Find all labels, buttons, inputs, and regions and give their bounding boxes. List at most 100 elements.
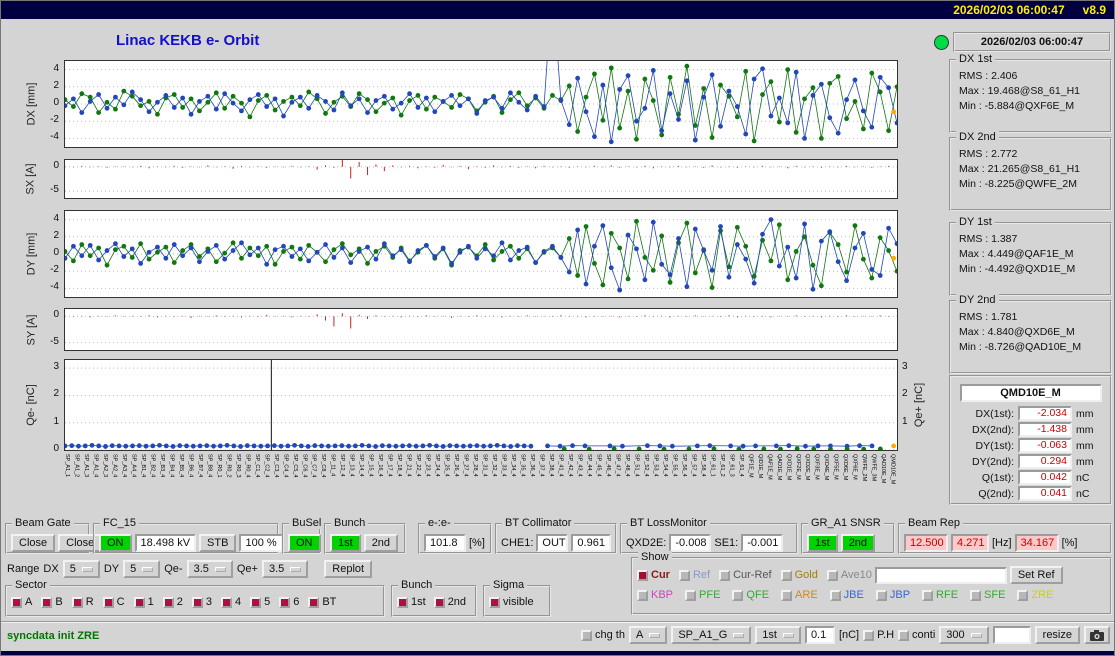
che1-value-display: 0.961 — [571, 534, 611, 552]
checkbox-qfe[interactable]: QFE — [732, 589, 769, 601]
checkbox-indicator — [250, 596, 262, 608]
checkbox-visible[interactable]: visible — [489, 596, 534, 608]
checkbox-indicator — [863, 629, 875, 641]
checkbox-label: JBP — [889, 589, 911, 601]
resize-button[interactable]: resize — [1034, 626, 1080, 644]
checkbox-rfe[interactable]: RFE — [922, 589, 958, 601]
checkbox-jbp[interactable]: JBP — [875, 589, 911, 601]
statusbar-divider — [1, 621, 1114, 623]
checkbox-jbe[interactable]: JBE — [829, 589, 864, 601]
qmd-row-value: 0.041 — [1018, 486, 1072, 501]
range-qe-minus-select[interactable]: 3.5 — [186, 560, 233, 578]
busel-on-button[interactable]: ON — [288, 534, 321, 552]
bpm-label: SP_B8_4 — [206, 454, 213, 478]
dx-1st-stats: DX 1st RMS : 2.406 Max : 19.468@S8_61_H1… — [949, 53, 1112, 133]
dx-2nd-rms: RMS : 2.772 — [959, 148, 1018, 160]
range-dy-select[interactable]: 5 — [123, 560, 161, 578]
qe-plot[interactable] — [64, 359, 898, 451]
bunch-1st-select[interactable]: 1st — [755, 626, 801, 644]
checkbox-1[interactable]: 1 — [133, 596, 154, 608]
checkbox-indicator — [678, 569, 690, 581]
dy-1st-min: Min : -4.492@QXD1E_M — [959, 263, 1076, 275]
set-ref-button[interactable]: Set Ref — [1009, 566, 1063, 584]
checkbox-ref[interactable]: Ref — [678, 569, 710, 581]
show-row-1: Cur Ref Cur-Ref Gold Ave10 — [637, 569, 872, 581]
blank-input[interactable] — [992, 626, 1031, 644]
bpm-label: SP_28_4 — [472, 454, 479, 477]
sp-a1-g-select[interactable]: SP_A1_G — [671, 626, 752, 644]
bpm-label: SP_C6_4 — [301, 454, 308, 478]
replot-button[interactable]: Replot — [324, 560, 373, 578]
axis-tick-label: 3 — [902, 361, 908, 373]
axis-tick-label: 0 — [53, 97, 59, 108]
bpm-label: QXD4E_M — [823, 454, 830, 481]
checkbox-kbp[interactable]: KBP — [637, 589, 673, 601]
gr-a1-2nd-button[interactable]: 2nd — [840, 534, 876, 552]
checkbox-1st[interactable]: 1st — [397, 596, 426, 608]
sector-a-select[interactable]: A — [628, 626, 668, 644]
checkbox-3[interactable]: 3 — [191, 596, 212, 608]
bpm-label: SP_46_4 — [604, 454, 611, 477]
checkbox-2[interactable]: 2 — [162, 596, 183, 608]
dx-plot[interactable] — [64, 60, 898, 148]
beam-gate-title: Beam Gate — [12, 517, 74, 529]
checkbox-label: BT — [322, 596, 337, 608]
checkbox-2nd[interactable]: 2nd — [433, 596, 466, 608]
gr-a1-1st-button[interactable]: 1st — [807, 534, 838, 552]
checkbox-b[interactable]: B — [41, 596, 63, 608]
beam-gate-close-button-1[interactable]: Close — [11, 534, 56, 552]
checkbox-a[interactable]: A — [11, 596, 32, 608]
checkbox-bt[interactable]: BT — [308, 596, 336, 608]
checkbox-indicator — [102, 596, 114, 608]
checkbox-sfe[interactable]: SFE — [970, 589, 1005, 601]
range-dx-select[interactable]: 5 — [62, 560, 100, 578]
dy-plot[interactable] — [64, 210, 898, 298]
ph-checkbox[interactable]: P.H — [863, 629, 894, 641]
axis-tick-label: 4 — [53, 212, 59, 224]
dy-axis-title: DY [mm] — [25, 232, 38, 276]
screenshot-button[interactable] — [1084, 626, 1110, 644]
sy-plot[interactable] — [64, 308, 898, 351]
bpm-label: SP_C5_4 — [291, 454, 298, 478]
chg-th-checkbox[interactable]: chg th — [581, 629, 625, 641]
bpm-label: SP_R0_2 — [225, 454, 232, 478]
bunch-1st-button[interactable]: 1st — [330, 534, 361, 552]
threshold-display[interactable]: 0.1 — [804, 626, 835, 644]
titlebar-version: v8.9 — [1082, 3, 1106, 17]
checkbox-zre[interactable]: ZRE — [1017, 589, 1053, 601]
fc15-on-button[interactable]: ON — [99, 534, 132, 552]
bt-lossmonitor-group: BT LossMonitor QXD2E: -0.008 SE1: -0.001 — [620, 517, 798, 554]
bpm-label: SP_34_4 — [510, 454, 517, 477]
set-ref-input[interactable] — [874, 566, 1007, 584]
checkbox-r[interactable]: R — [71, 596, 94, 608]
checkbox-5[interactable]: 5 — [250, 596, 270, 608]
checkbox-c[interactable]: C — [102, 596, 125, 608]
checkbox-cur[interactable]: Cur — [637, 569, 670, 581]
bpm-label: QXF2E_M — [794, 454, 801, 480]
che1-label: CHE1: — [501, 537, 534, 549]
interval-select[interactable]: 300 — [939, 626, 989, 644]
conti-checkbox[interactable]: conti — [898, 629, 935, 641]
range-dx-label: DX — [43, 563, 59, 575]
checkbox-pfe[interactable]: PFE — [685, 589, 720, 601]
sy-axis-title: SY [A] — [25, 314, 38, 345]
checkbox-are[interactable]: ARE — [781, 589, 818, 601]
checkbox-gold[interactable]: Gold — [780, 569, 818, 581]
qmd-row-label: Q(2nd): — [978, 487, 1014, 500]
dx-1st-stats-title: DX 1st — [956, 53, 996, 65]
bpm-labels: SP_A1_1 SP_A1_2 SP_A1_3 SP_A1_4 SP_A2_3 SP_A2… — [64, 453, 898, 511]
checkbox-6[interactable]: 6 — [279, 596, 299, 608]
fc15-stb-button[interactable]: STB — [199, 534, 237, 552]
range-qe-plus-select[interactable]: 3.5 — [261, 560, 309, 578]
page-title: Linac KEKB e- Orbit — [116, 32, 260, 49]
bpm-label: SP_R0_3 — [234, 454, 241, 478]
sx-plot[interactable] — [64, 159, 898, 199]
bpm-label: SP_C7_4 — [310, 454, 317, 478]
dropdown-bar-icon — [970, 632, 982, 638]
bt-lossmonitor-title: BT LossMonitor — [627, 517, 710, 529]
checkbox-ave10[interactable]: Ave10 — [826, 569, 872, 581]
checkbox-cur-ref[interactable]: Cur-Ref — [719, 569, 772, 581]
bunch-2nd-button[interactable]: 2nd — [363, 534, 399, 552]
checkbox-4[interactable]: 4 — [220, 596, 241, 608]
qmd-row-unit: mm — [1076, 439, 1094, 452]
